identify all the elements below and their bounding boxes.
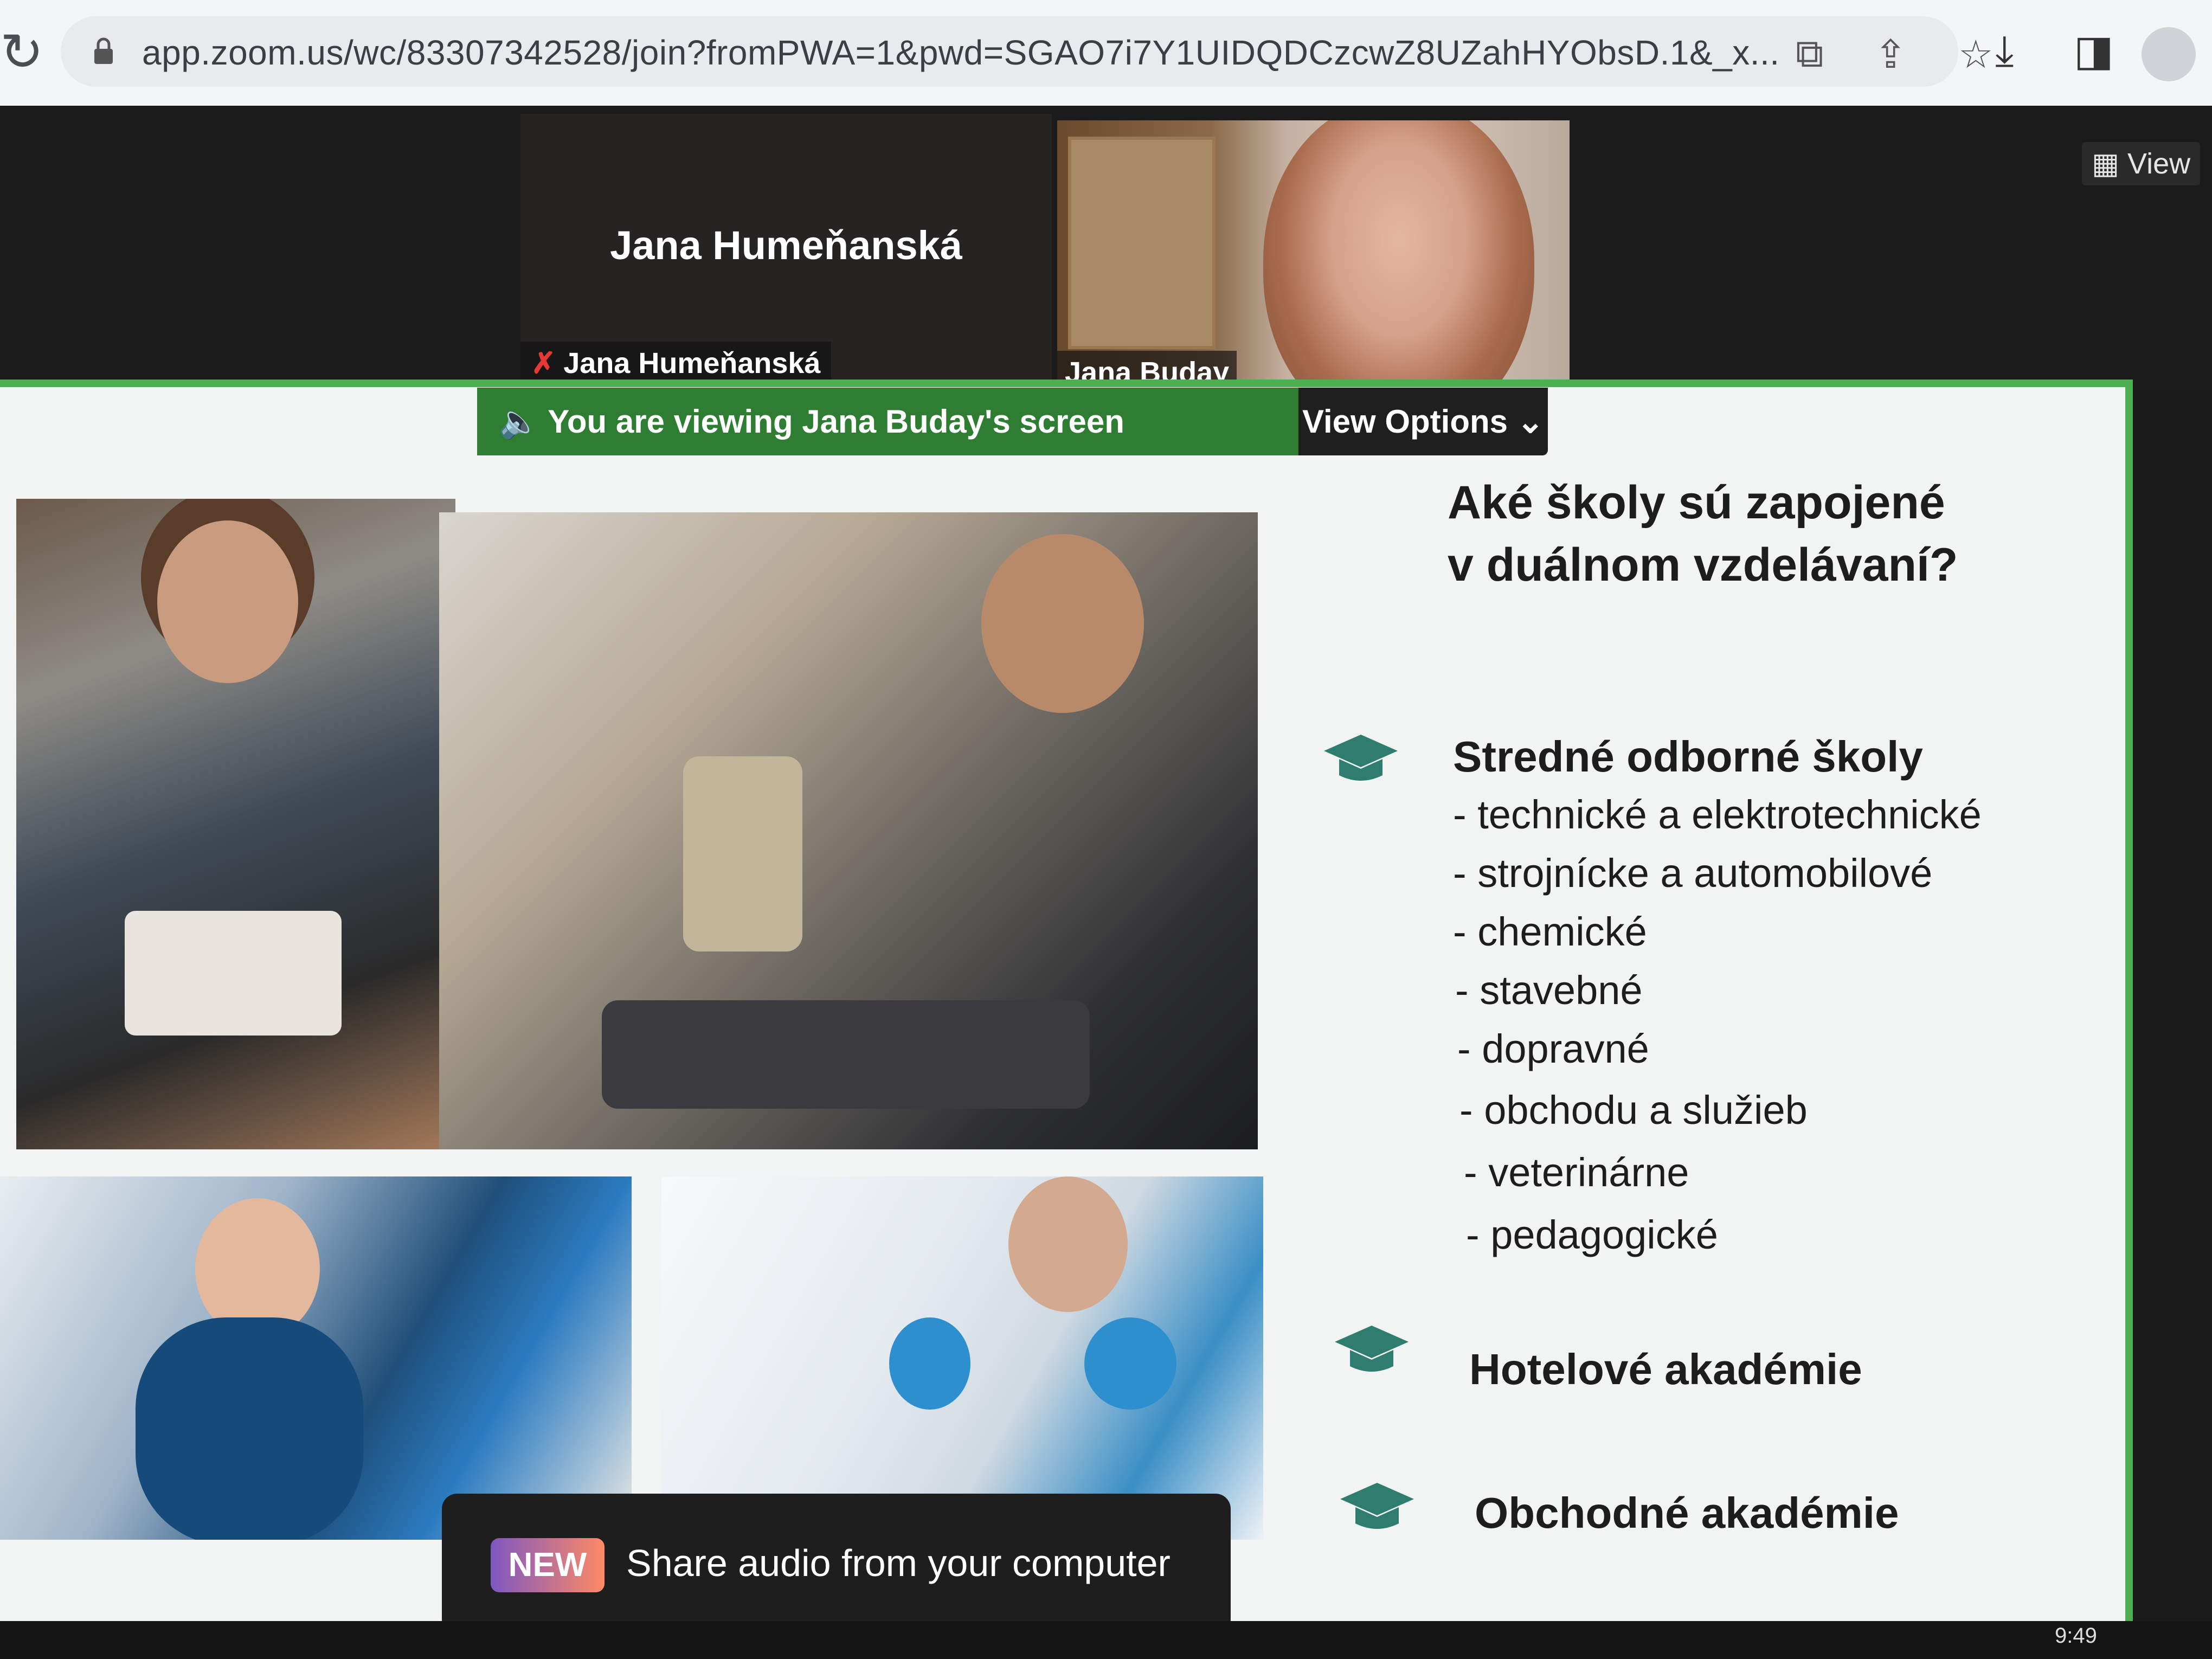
taskbar [0, 1621, 2212, 1659]
slide-title: Aké školy sú zapojené v duálnom vzdeláva… [1448, 472, 2098, 596]
photo-detail [981, 534, 1144, 713]
photo-detail [889, 1317, 970, 1410]
view-button-label: View [2127, 147, 2191, 180]
share-icon[interactable]: ⇪ [1874, 31, 1907, 77]
url-text: app.zoom.us/wc/83307342528/join?fromPWA=… [142, 33, 1780, 72]
grid-icon: ▦ [2092, 147, 2128, 180]
list-item: - pedagogické [1466, 1212, 1718, 1257]
participant-video [1263, 120, 1534, 394]
screen-share-banner-text: 🔈 You are viewing Jana Buday's screen [499, 403, 1124, 440]
photo-office-woman [0, 1176, 632, 1540]
profile-avatar[interactable] [2142, 27, 2196, 81]
photo-detail [157, 520, 298, 683]
address-bar[interactable]: app.zoom.us/wc/83307342528/join?fromPWA=… [61, 16, 1994, 87]
share-audio-toast[interactable]: NEW Share audio from your computer [442, 1494, 1231, 1635]
list-item: - obchodu a služieb [1459, 1088, 1808, 1133]
share-audio-message: Share audio from your computer [626, 1542, 1171, 1584]
new-badge: NEW [491, 1538, 605, 1592]
muted-mic-icon: ✗ [531, 347, 556, 380]
reload-icon[interactable]: ↻ [0, 22, 43, 82]
background-cabinet [1068, 137, 1216, 349]
photo-lab [661, 1176, 1263, 1540]
graduation-cap-icon [1335, 1326, 1409, 1372]
view-options-button[interactable]: View Options ⌄ [1298, 388, 1548, 455]
photo-detail [683, 756, 802, 951]
section-hotelove-akademie: Hotelové akadémie [1469, 1345, 1862, 1393]
side-panel-icon[interactable]: ◨ [2074, 26, 2114, 75]
graduation-cap-icon [1340, 1483, 1414, 1529]
list-item: - stavebné [1455, 968, 1643, 1013]
screen-share-banner: 🔈 You are viewing Jana Buday's screen Vi… [477, 388, 1548, 455]
photo-workshop [439, 512, 1258, 1149]
browser-toolbar: ↻ app.zoom.us/wc/83307342528/join?fromPW… [0, 0, 2212, 106]
bookmark-star-icon[interactable]: ☆ [1958, 31, 1994, 77]
lock-icon [94, 37, 113, 64]
list-item: - technické a elektrotechnické [1453, 792, 1982, 837]
photo-detail [136, 1317, 363, 1540]
translate-icon[interactable]: ⧉ [1796, 31, 1823, 77]
graduation-cap-icon [1324, 735, 1398, 781]
photo-detail [602, 1000, 1090, 1109]
download-icon[interactable]: ⤓ [1995, 26, 2014, 76]
photo-detail [1008, 1176, 1128, 1312]
banner-label: You are viewing Jana Buday's screen [548, 403, 1124, 440]
list-item: - chemické [1453, 909, 1647, 954]
participant-tag-label: Jana Humeňanská [563, 347, 821, 380]
slide-title-line1: Aké školy sú zapojené [1448, 477, 1945, 529]
section-obchodne-akademie: Obchodné akadémie [1475, 1489, 1899, 1537]
photo-chef [16, 499, 455, 1149]
photo-detail [1084, 1317, 1176, 1410]
list-item: - dopravné [1457, 1026, 1649, 1071]
view-button[interactable]: ▦ View [2082, 142, 2201, 185]
participant-name-tag: ✗ Jana Humeňanská [520, 342, 832, 385]
participant-name-large: Jana Humeňanská [610, 223, 962, 268]
photo-detail [125, 911, 342, 1036]
slide-title-line2: v duálnom vzdelávaní? [1448, 539, 1958, 591]
system-clock: 9:49 [2055, 1624, 2097, 1648]
list-item: - veterinárne [1464, 1150, 1689, 1195]
list-item: - strojnícke a automobilové [1453, 851, 1933, 896]
participant-tile-jana-buday[interactable]: Jana Buday [1057, 120, 1570, 394]
participant-tile-jana-humenanska[interactable]: Jana Humeňanská ✗ Jana Humeňanská [520, 114, 1052, 390]
section-stredne-odborne-skoly: Stredné odborné školy [1453, 732, 1923, 781]
